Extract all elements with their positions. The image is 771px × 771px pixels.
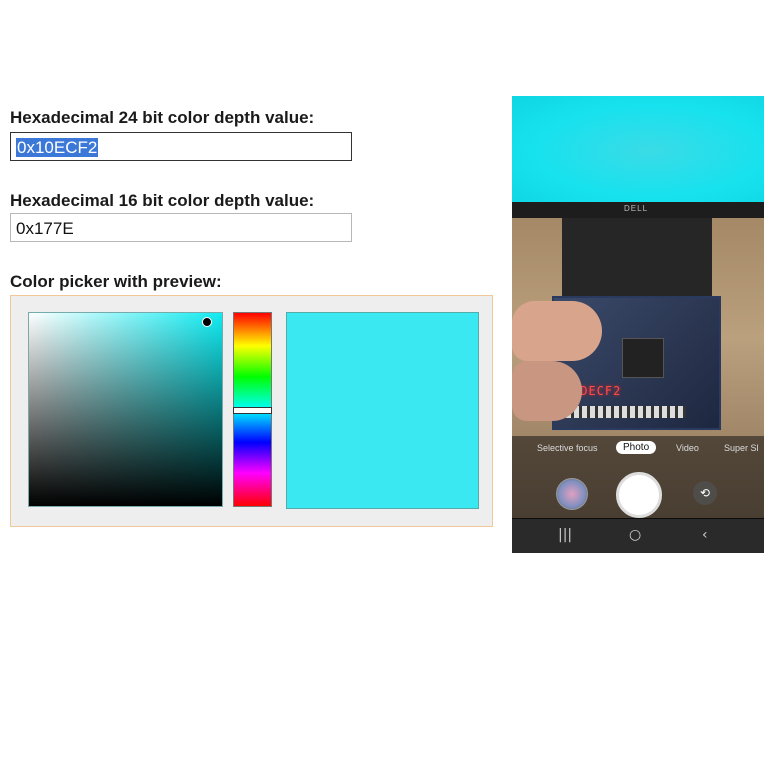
hex16-label: Hexadecimal 16 bit color depth value: bbox=[10, 191, 315, 210]
mode-super-slow[interactable]: Super Sl bbox=[724, 443, 759, 453]
hue-slider-handle[interactable] bbox=[233, 407, 272, 414]
page: Hexadecimal 24 bit color depth value: 0x… bbox=[0, 0, 771, 771]
hex24-value: 0x10ECF2 bbox=[16, 138, 99, 157]
color-picker-panel bbox=[10, 295, 493, 527]
camera-modes: Selective focus Photo Video Super Sl bbox=[512, 440, 764, 460]
mode-photo[interactable]: Photo bbox=[616, 441, 657, 454]
fpga-chip bbox=[622, 338, 664, 378]
android-nav-bar: ||| ○ ‹ bbox=[512, 519, 764, 553]
gallery-thumbnail[interactable] bbox=[556, 478, 588, 510]
mode-video[interactable]: Video bbox=[676, 443, 699, 453]
back-icon[interactable]: ‹ bbox=[702, 527, 708, 543]
saturation-value-area[interactable] bbox=[28, 312, 223, 507]
monitor-brand: DELL bbox=[624, 204, 649, 213]
hex16-input[interactable]: 0x177E bbox=[10, 213, 352, 242]
home-icon[interactable]: ○ bbox=[629, 527, 641, 543]
hex24-input[interactable]: 0x10ECF2 bbox=[10, 132, 352, 161]
monitor-stand bbox=[562, 218, 712, 296]
hex16-value: 0x177E bbox=[16, 219, 74, 238]
monitor-screen bbox=[512, 96, 764, 206]
picker-label: Color picker with preview: bbox=[10, 272, 222, 291]
mode-selective-focus[interactable]: Selective focus bbox=[537, 443, 598, 453]
color-selector-handle[interactable] bbox=[202, 317, 212, 327]
hand-lower bbox=[512, 361, 582, 421]
color-preview bbox=[286, 312, 479, 509]
shutter-button[interactable] bbox=[616, 472, 662, 518]
phone-camera-photo: DELL IDECF2 Selective focus Photo Video … bbox=[512, 96, 764, 553]
recents-icon[interactable]: ||| bbox=[558, 527, 572, 543]
board-switches bbox=[566, 406, 686, 418]
flip-camera-icon[interactable]: ⟲ bbox=[693, 481, 717, 505]
hex24-label: Hexadecimal 24 bit color depth value: bbox=[10, 108, 315, 127]
hand bbox=[512, 301, 602, 361]
hue-slider[interactable] bbox=[233, 312, 272, 507]
